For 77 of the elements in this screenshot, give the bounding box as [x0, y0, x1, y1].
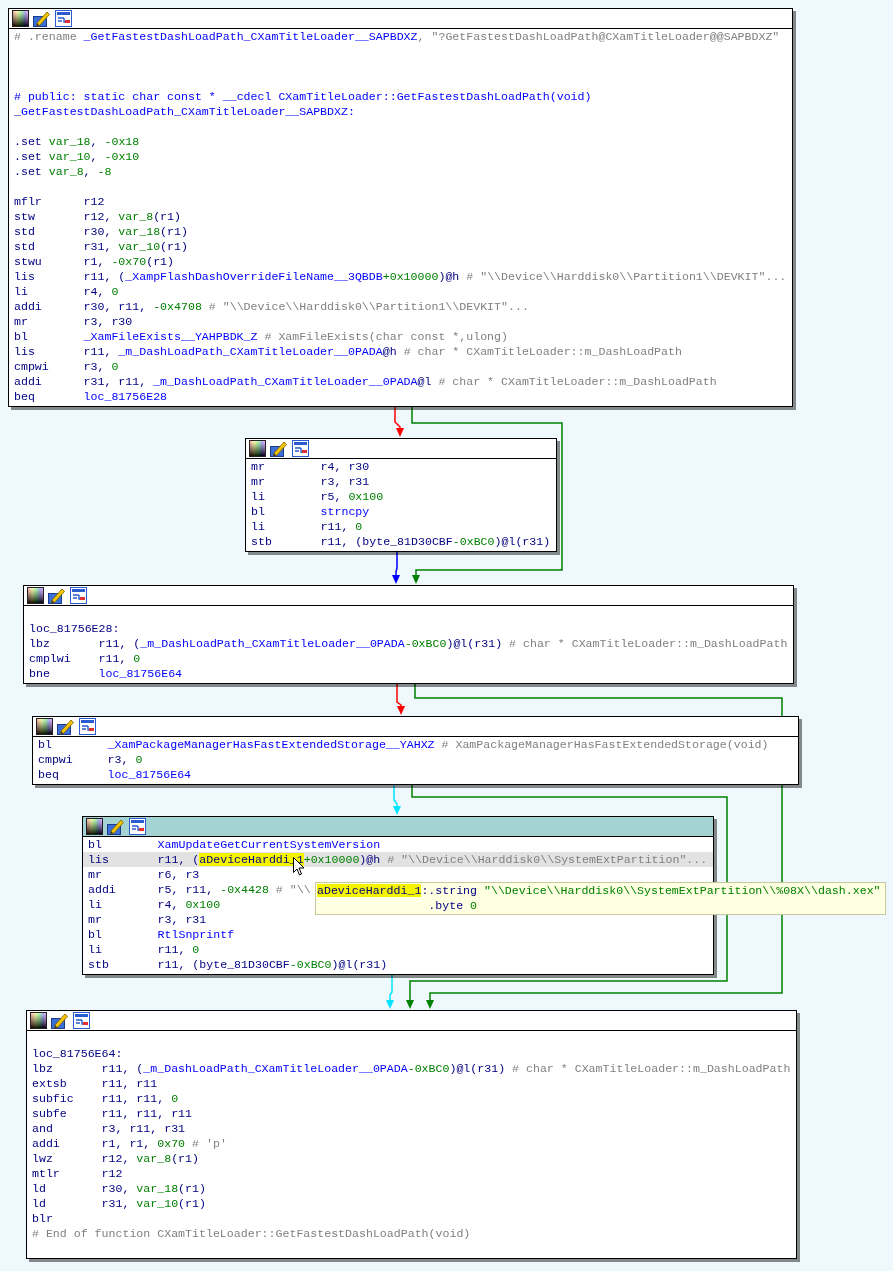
color-gradient-icon[interactable] — [86, 818, 103, 835]
code-line[interactable]: bl _XamFileExists__YAHPBDK_Z # XamFileExists(char const *,ulong) — [9, 329, 793, 344]
code-line[interactable]: mtlr r12 — [27, 1166, 797, 1181]
code-line[interactable]: li r4, 0 — [9, 284, 793, 299]
tooltip-line: aDeviceHarddi_1:.string "\\Device\\Harddisk0\\SystemExtPartition\\%08X\\dash.xex" — [317, 883, 881, 898]
code-line[interactable]: # .rename _GetFastestDashLoadPath_CXamTitleLoader__SAPBDXZ, "?GetFastestDashLoadPath@CXamTitleLoader@@SAPBDXZ" — [9, 29, 793, 44]
code-line[interactable]: li r11, 0 — [83, 942, 714, 957]
graph-icon[interactable] — [292, 440, 309, 457]
code-line[interactable]: bl strncpy — [246, 504, 557, 519]
code-line[interactable]: lis r11, _m_DashLoadPath_CXamTitleLoader__0PADA@h # char * CXamTitleLoader::m_DashLoadPath — [9, 344, 793, 359]
pencil-icon[interactable] — [107, 818, 125, 835]
flow-arrow — [394, 406, 404, 437]
flow-arrow — [393, 784, 401, 815]
code-line[interactable]: stwu r1, -0x70(r1) — [9, 254, 793, 269]
code-line[interactable]: addi r30, r11, -0x4708 # "\\Device\\Harddisk0\\Partition1\\DEVKIT"... — [9, 299, 793, 314]
code-line[interactable]: .set var_10, -0x10 — [9, 149, 793, 164]
flow-arrow — [396, 683, 405, 715]
code-line[interactable]: mr r3, r31 — [246, 474, 557, 489]
code-line[interactable]: beq loc_81756E28 — [9, 389, 793, 404]
code-line[interactable]: loc_81756E28: — [24, 621, 794, 636]
code-line[interactable]: subfic r11, r11, 0 — [27, 1091, 797, 1106]
graph-icon[interactable] — [55, 10, 72, 27]
code-line[interactable]: bl RtlSnprintf — [83, 927, 714, 942]
flow-arrow — [392, 551, 400, 584]
tooltip-line: .byte 0 — [427, 898, 479, 913]
code-line[interactable]: cmplwi r11, 0 — [24, 651, 794, 666]
code-line[interactable]: bne loc_81756E64 — [24, 666, 794, 681]
color-gradient-icon[interactable] — [30, 1012, 47, 1029]
code-line[interactable]: mflr r12 — [9, 194, 793, 209]
code-line[interactable]: std r30, var_18(r1) — [9, 224, 793, 239]
pencil-icon[interactable] — [57, 718, 75, 735]
code-line[interactable]: _GetFastestDashLoadPath_CXamTitleLoader__SAPBDXZ: — [9, 104, 793, 119]
code-line[interactable]: li r11, 0 — [246, 519, 557, 534]
code-line[interactable]: stb r11, (byte_81D30CBF-0xBC0)@l(r31) — [246, 534, 557, 549]
code-line[interactable]: bl _XamPackageManagerHasFastExtendedStorage__YAHXZ # XamPackageManagerHasFastExtendedStorage(void) — [33, 737, 798, 752]
graph-icon[interactable] — [79, 718, 96, 735]
graph-icon[interactable] — [73, 1012, 90, 1029]
code-line[interactable]: ld r30, var_18(r1) — [27, 1181, 797, 1196]
color-gradient-icon[interactable] — [36, 718, 53, 735]
code-line[interactable]: lbz r11, (_m_DashLoadPath_CXamTitleLoader__0PADA-0xBC0)@l(r31) # char * CXamTitleLoader::m_DashLoadPath — [24, 636, 794, 651]
code-line[interactable]: lbz r11, (_m_DashLoadPath_CXamTitleLoader__0PADA-0xBC0)@l(r31) # char * CXamTitleLoader::m_DashLoadPath — [27, 1061, 797, 1076]
code-line[interactable]: beq loc_81756E64 — [33, 767, 798, 782]
code-line[interactable]: cmpwi r3, 0 — [33, 752, 798, 767]
code-line[interactable]: cmpwi r3, 0 — [9, 359, 793, 374]
code-line[interactable]: # public: static char const * __cdecl CXamTitleLoader::GetFastestDashLoadPath(void) — [9, 89, 793, 104]
code-line[interactable]: stb r11, (byte_81D30CBF-0xBC0)@l(r31) — [83, 957, 714, 972]
code-line[interactable]: std r31, var_10(r1) — [9, 239, 793, 254]
pencil-icon[interactable] — [33, 10, 51, 27]
code-line[interactable]: .set var_18, -0x18 — [9, 134, 793, 149]
code-line[interactable]: # End of function CXamTitleLoader::GetFastestDashLoadPath(void) — [27, 1226, 797, 1241]
code-line[interactable]: li r5, 0x100 — [246, 489, 557, 504]
code-line[interactable]: loc_81756E64: — [27, 1046, 797, 1061]
code-line[interactable]: mr r3, r31 — [83, 912, 714, 927]
code-line[interactable]: addi r1, r1, 0x70 # 'p' — [27, 1136, 797, 1151]
code-line[interactable]: stw r12, var_8(r1) — [9, 209, 793, 224]
code-line[interactable]: mr r4, r30 — [246, 459, 557, 474]
code-line[interactable]: addi r31, r11, _m_DashLoadPath_CXamTitleLoader__0PADA@l # char * CXamTitleLoader::m_DashLoadPath — [9, 374, 793, 389]
code-line[interactable]: and r3, r11, r31 — [27, 1121, 797, 1136]
color-gradient-icon[interactable] — [249, 440, 266, 457]
code-line[interactable]: mr r3, r30 — [9, 314, 793, 329]
code-line[interactable]: lis r11, (_XampFlashDashOverrideFileName__3QBDB+0x10000)@h # "\\Device\\Harddisk0\\Partition1\\DEVKIT"... — [9, 269, 793, 284]
code-line[interactable]: lwz r12, var_8(r1) — [27, 1151, 797, 1166]
code-line[interactable]: blr — [27, 1211, 797, 1226]
graph-icon[interactable] — [129, 818, 146, 835]
pencil-icon[interactable] — [270, 440, 288, 457]
pencil-icon[interactable] — [48, 587, 66, 604]
code-line[interactable]: ld r31, var_10(r1) — [27, 1196, 797, 1211]
code-line[interactable]: subfe r11, r11, r11 — [27, 1106, 797, 1121]
color-gradient-icon[interactable] — [12, 10, 29, 27]
pencil-icon[interactable] — [51, 1012, 69, 1029]
code-line[interactable]: extsb r11, r11 — [27, 1076, 797, 1091]
graph-icon[interactable] — [70, 587, 87, 604]
code-line[interactable]: .set var_8, -8 — [9, 164, 793, 179]
flow-arrow — [386, 974, 394, 1009]
code-line[interactable]: bl XamUpdateGetCurrentSystemVersion — [83, 837, 714, 852]
code-line[interactable]: mr r6, r3 — [83, 867, 714, 882]
color-gradient-icon[interactable] — [27, 587, 44, 604]
